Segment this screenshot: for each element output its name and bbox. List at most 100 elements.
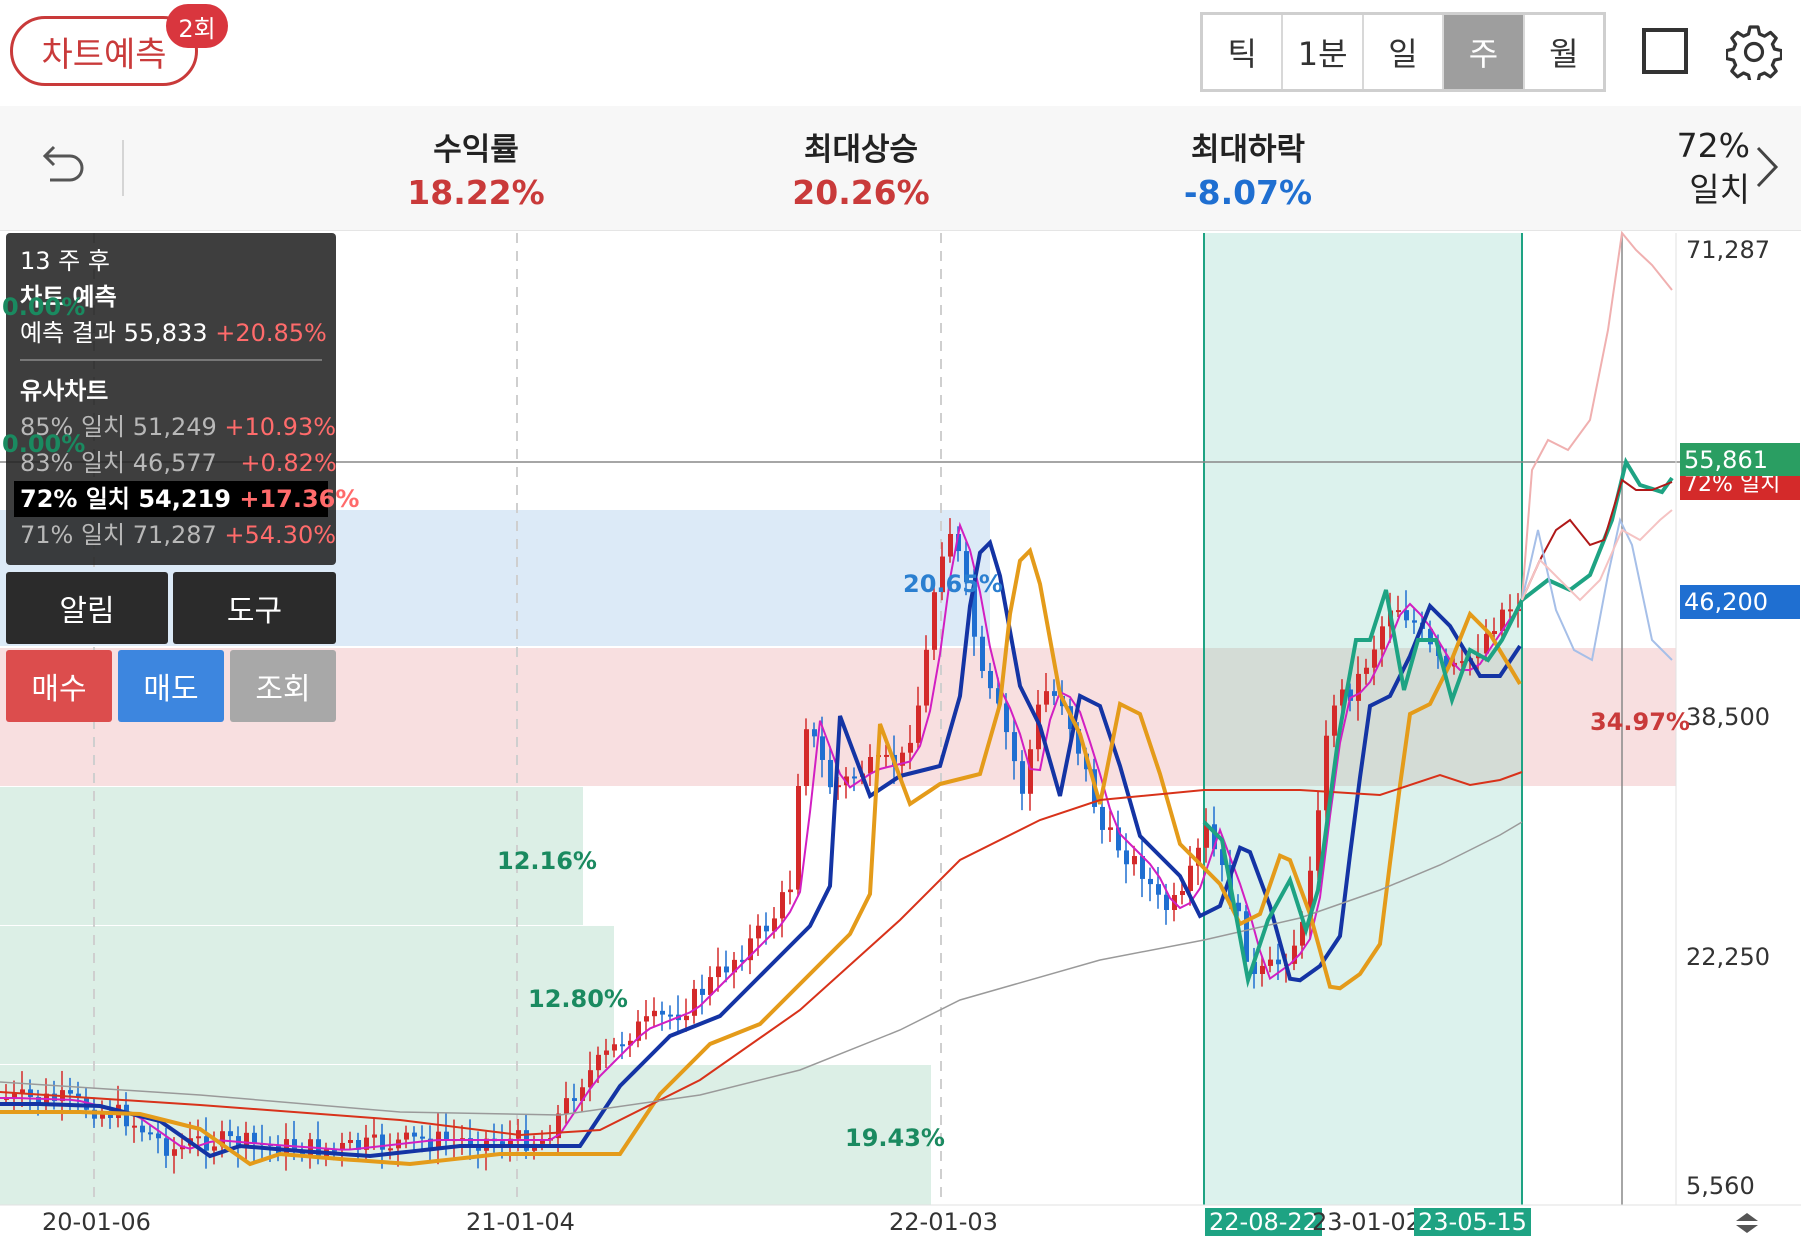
candle-body (1372, 649, 1377, 668)
band-label-green-2: 12.80% (528, 985, 628, 1013)
top-bar: 차트예측 2회 틱 1분 일 주 월 (0, 0, 1801, 106)
divider (122, 140, 124, 196)
band-label-green-3: 19.43% (845, 1124, 945, 1152)
candle-body (1028, 749, 1033, 794)
candle-body (644, 1016, 649, 1022)
similar-price: 71,287 (132, 521, 217, 549)
candle-body (164, 1138, 169, 1156)
candle-body (948, 533, 953, 557)
candle-body (252, 1132, 257, 1144)
candle-body (1380, 626, 1385, 650)
similar-change: +10.93% (224, 413, 337, 441)
popup-result-change: +20.85% (215, 319, 327, 347)
candle-body (1180, 890, 1185, 896)
candle-body (684, 1015, 689, 1021)
match-percent: 72% (1676, 126, 1750, 165)
candle-body (652, 1010, 657, 1017)
tab-tick[interactable]: 틱 (1203, 15, 1284, 89)
similar-row-71[interactable]: 71% 일치 71,287 +54.30% (20, 517, 336, 553)
predict-count-badge: 2회 (166, 4, 228, 48)
similar-price: 46,577 (132, 449, 217, 477)
sell-button[interactable]: 매도 (118, 650, 224, 722)
candle-body (1412, 620, 1417, 623)
x-label-220103: 22-01-03 (889, 1208, 998, 1236)
tab-day[interactable]: 일 (1364, 15, 1445, 89)
candle-body (196, 1136, 201, 1139)
candle-body (132, 1125, 137, 1128)
chevron-right-icon[interactable] (1752, 144, 1782, 190)
candle-body (1268, 959, 1273, 966)
tab-1min[interactable]: 1분 (1283, 15, 1364, 89)
candle-body (68, 1090, 73, 1094)
candle-body (916, 705, 921, 743)
similar-change: +17.36% (239, 485, 360, 513)
candle-body (884, 754, 889, 757)
candle-body (804, 729, 809, 787)
projection-line-71 (1521, 231, 1673, 601)
candle-body (788, 889, 793, 893)
tab-week[interactable]: 주 (1444, 15, 1525, 89)
square-icon[interactable] (1642, 28, 1688, 74)
candle-body (228, 1131, 233, 1137)
scroll-handle-icon[interactable] (1732, 1210, 1762, 1236)
candle-body (1404, 610, 1409, 621)
candle-body (1156, 884, 1161, 895)
candle-body (980, 636, 985, 671)
candle-body (140, 1125, 145, 1133)
candle-body (604, 1050, 609, 1055)
candle-body (1260, 965, 1265, 974)
similar-row-72[interactable]: 72% 일치 54,219 +17.36% (14, 481, 359, 517)
y-label-22250: 22,250 (1686, 943, 1770, 971)
x-label-200106: 20-01-06 (42, 1208, 151, 1236)
candle-body (868, 757, 873, 774)
band-label-blue: 20.65% (903, 570, 1003, 598)
candle-body (828, 759, 833, 788)
candle-body (700, 988, 705, 995)
stat-return-value: 18.22% (407, 173, 545, 212)
candle-body (148, 1132, 153, 1135)
tab-month[interactable]: 월 (1525, 15, 1603, 89)
band-green-1 (0, 787, 583, 925)
similar-change: +54.30% (224, 521, 337, 549)
candle-body (420, 1136, 425, 1139)
x-label-range-end: 23-05-15 (1414, 1208, 1531, 1236)
candle-body (1148, 878, 1153, 885)
candle-body (380, 1134, 385, 1150)
alert-button[interactable]: 알림 (6, 572, 168, 644)
stat-max-down: 최대하락 -8.07% (1118, 124, 1378, 212)
popup-weeks: 13 주 후 (20, 247, 110, 275)
candle-body (1364, 667, 1369, 674)
candle-body (780, 892, 785, 919)
candle-body (724, 966, 729, 973)
similar-label: 71% 일치 (20, 521, 126, 549)
buy-button[interactable]: 매수 (6, 650, 112, 722)
candle-body (1124, 850, 1129, 865)
current-price-tag: 55,861 (1680, 443, 1800, 477)
candle-body (596, 1054, 601, 1071)
candle-body (1508, 609, 1513, 612)
candle-body (1012, 732, 1017, 762)
x-label-210104: 21-01-04 (466, 1208, 575, 1236)
similar-label: 72% 일치 (20, 485, 130, 513)
band-green-3 (0, 1065, 931, 1205)
candle-body (1356, 673, 1361, 701)
side-label-1: 0.00% (2, 293, 86, 321)
stat-max-down-label: 최대하락 (1190, 132, 1306, 168)
match-indicator[interactable]: 72% 일치 (1640, 124, 1750, 212)
undo-icon[interactable] (38, 142, 88, 192)
candle-body (388, 1148, 393, 1151)
candle-body (708, 977, 713, 995)
gear-icon[interactable] (1726, 24, 1782, 80)
inquiry-button[interactable]: 조회 (230, 650, 336, 722)
stat-return-label: 수익률 (433, 132, 519, 168)
candle-body (1020, 761, 1025, 794)
side-label-2: 0.00% (2, 430, 86, 458)
candle-body (1164, 894, 1169, 910)
tools-button[interactable]: 도구 (173, 572, 336, 644)
x-label-range-start: 22-08-22 (1205, 1208, 1322, 1236)
popup-result-price: 55,833 (123, 319, 208, 347)
candle-body (1492, 631, 1497, 635)
match-price-tag: 72% 일치 (1680, 476, 1800, 500)
candle-body (932, 592, 937, 650)
stat-max-up: 최대상승 20.26% (731, 124, 991, 212)
